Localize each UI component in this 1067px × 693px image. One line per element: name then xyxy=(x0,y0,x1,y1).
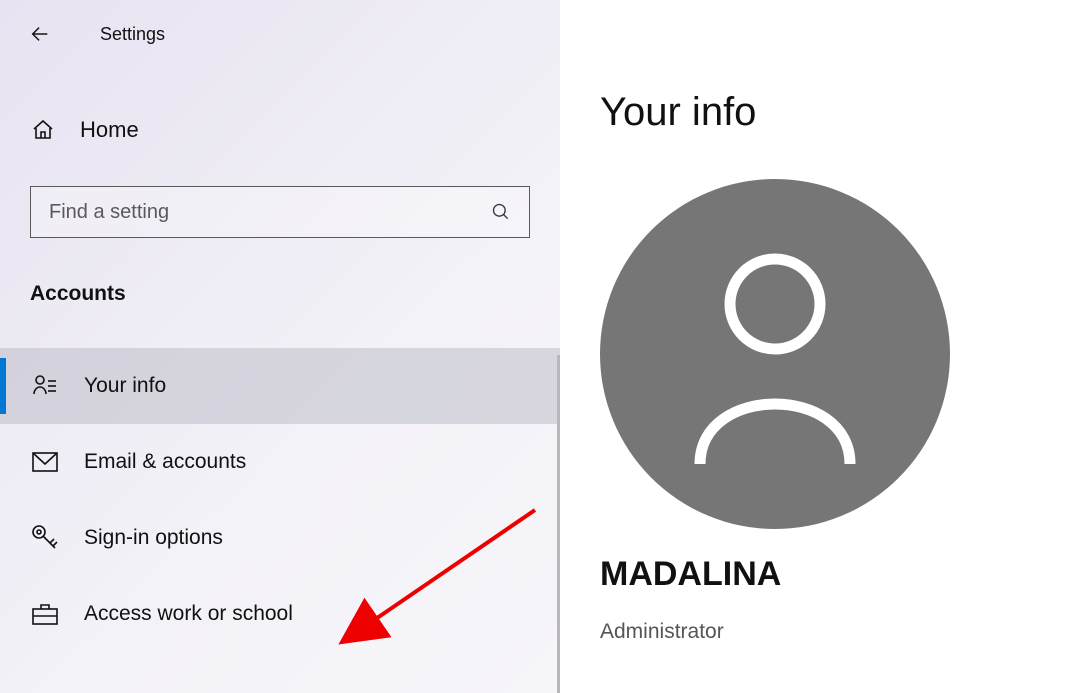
nav-item-your-info[interactable]: Your info xyxy=(0,348,560,424)
page-title: Your info xyxy=(600,90,1037,135)
user-info-icon xyxy=(30,373,60,399)
nav-item-label: Your info xyxy=(84,374,166,398)
nav-list: Your info Email & accounts xyxy=(0,348,560,652)
avatar xyxy=(600,179,950,529)
section-heading-accounts: Accounts xyxy=(30,282,560,306)
nav-item-label: Sign-in options xyxy=(84,526,223,550)
search-icon xyxy=(489,202,513,222)
user-role: Administrator xyxy=(600,620,1037,644)
person-icon xyxy=(680,244,870,464)
nav-item-access-work-school[interactable]: Access work or school xyxy=(0,576,560,652)
main-content: Your info MADALINA Administrator xyxy=(560,0,1067,693)
home-icon xyxy=(30,118,56,142)
nav-item-label: Access work or school xyxy=(84,602,293,626)
key-icon xyxy=(30,524,60,552)
nav-item-label: Email & accounts xyxy=(84,450,246,474)
briefcase-icon xyxy=(30,603,60,625)
mail-icon xyxy=(30,452,60,472)
sidebar: Settings Home Accounts xyxy=(0,0,560,693)
window-title: Settings xyxy=(100,24,165,45)
search-input[interactable] xyxy=(47,200,489,225)
arrow-left-icon xyxy=(29,23,51,45)
nav-item-email-accounts[interactable]: Email & accounts xyxy=(0,424,560,500)
nav-home[interactable]: Home xyxy=(0,108,560,152)
user-name: MADALINA xyxy=(600,555,1037,594)
back-button[interactable] xyxy=(26,20,54,48)
nav-home-label: Home xyxy=(80,117,139,143)
nav-item-sign-in-options[interactable]: Sign-in options xyxy=(0,500,560,576)
search-box[interactable] xyxy=(30,186,530,238)
topbar: Settings xyxy=(0,0,560,50)
